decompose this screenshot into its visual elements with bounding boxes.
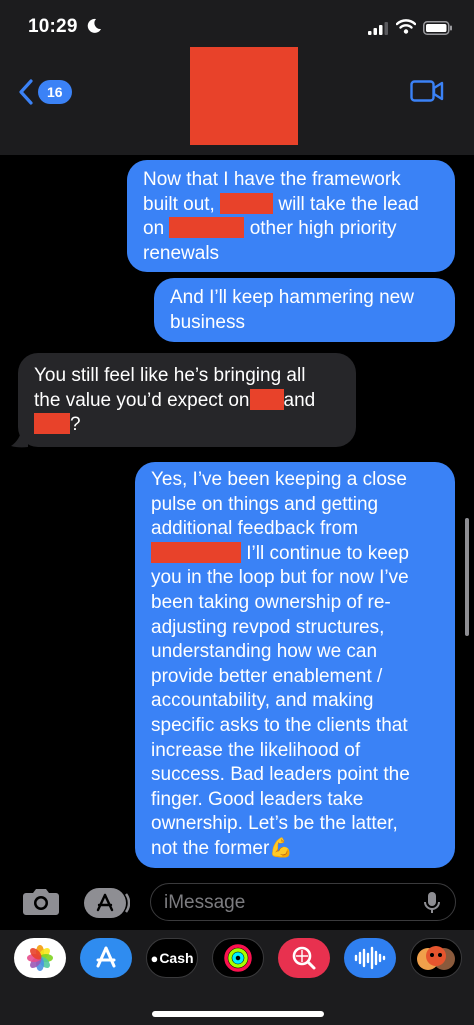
- message-line: accountability, and making: [151, 690, 374, 712]
- message-line: understanding how we can: [151, 641, 378, 663]
- message-line: renewals: [143, 242, 220, 264]
- message-line: I’ll continue to keep: [151, 541, 439, 567]
- app-store-app-button[interactable]: [80, 938, 132, 978]
- app-store-apps-button[interactable]: [84, 886, 131, 920]
- activity-rings-icon: [224, 944, 252, 972]
- facetime-video-icon[interactable]: [410, 80, 444, 102]
- battery-icon: [423, 21, 452, 35]
- message-line: been taking ownership of re-: [151, 591, 391, 613]
- message-line: provide better enablement /: [151, 665, 383, 687]
- message-line: ownership. Let’s be the latter,: [151, 813, 398, 835]
- photos-app-button[interactable]: [14, 938, 66, 978]
- message-line: ?: [34, 413, 340, 438]
- outgoing-message[interactable]: And I’ll keep hammering new business: [154, 278, 455, 342]
- message-line: on other high priority: [143, 217, 397, 240]
- moon-icon: [87, 18, 101, 33]
- message-line: success. Bad leaders point the: [151, 764, 410, 786]
- redaction-block: [34, 413, 70, 435]
- apple-cash-app-button[interactable]: ● Cash: [146, 938, 198, 978]
- home-indicator[interactable]: [152, 1011, 324, 1017]
- app-store-icon: [96, 946, 116, 968]
- message-line: increase the likelihood of: [151, 739, 361, 761]
- audio-message-app-button[interactable]: [344, 938, 396, 978]
- audio-waveform-icon: [354, 946, 386, 970]
- redaction-block: [220, 192, 274, 214]
- message-line: Yes, I’ve been keeping a close: [151, 469, 407, 490]
- photos-icon: [27, 945, 53, 971]
- message-line: adjusting revpod structures,: [151, 616, 385, 638]
- status-time: 10:29: [28, 16, 78, 37]
- message-line: pulse on things and getting: [151, 493, 379, 515]
- image-search-icon: [292, 946, 316, 970]
- redaction-block: [151, 541, 241, 563]
- back-button[interactable]: 16: [18, 76, 72, 108]
- memoji-icon: [417, 946, 455, 970]
- message-line: you in the loop but for now I’ve: [151, 567, 409, 589]
- message-line: finger. Good leaders take: [151, 788, 364, 810]
- apple-logo-icon: ●: [150, 950, 159, 966]
- scroll-indicator[interactable]: [465, 518, 469, 636]
- incoming-message[interactable]: You still feel like he’s bringing all th…: [18, 353, 356, 447]
- apple-cash-label: Cash: [159, 950, 194, 966]
- message-line: additional feedback from: [151, 518, 359, 540]
- message-line: not the former💪: [151, 837, 293, 859]
- camera-icon[interactable]: [22, 886, 60, 916]
- message-line: business: [170, 311, 245, 333]
- contact-avatar-redacted[interactable]: [190, 47, 298, 145]
- image-search-app-button[interactable]: [278, 938, 330, 978]
- message-line: the value you’d expect on and: [34, 388, 316, 411]
- message-line: Now that I have the framework: [143, 169, 401, 190]
- incoming-bubble-tail: [11, 428, 28, 448]
- activity-app-button[interactable]: [212, 938, 264, 978]
- redaction-block: [249, 388, 284, 410]
- message-line: built out, will take the lead: [143, 192, 419, 215]
- app-store-icon: [84, 888, 131, 918]
- outgoing-message[interactable]: Yes, I’ve been keeping a close pulse on …: [135, 462, 455, 868]
- unread-count-badge: 16: [38, 80, 72, 104]
- message-input-placeholder: iMessage: [164, 892, 246, 913]
- outgoing-message[interactable]: Now that I have the framework built out,…: [127, 160, 455, 272]
- message-line: specific asks to the clients that: [151, 714, 408, 736]
- message-line: You still feel like he’s bringing all: [34, 365, 306, 386]
- message-line: And I’ll keep hammering new: [170, 287, 414, 308]
- microphone-icon[interactable]: [422, 891, 442, 915]
- memoji-app-button[interactable]: [410, 938, 462, 978]
- flexed-biceps-emoji: 💪: [269, 837, 293, 859]
- chevron-left-icon: [19, 79, 33, 105]
- redaction-block: [169, 217, 245, 239]
- cellular-signal-icon: [368, 22, 388, 35]
- wifi-icon: [396, 19, 416, 34]
